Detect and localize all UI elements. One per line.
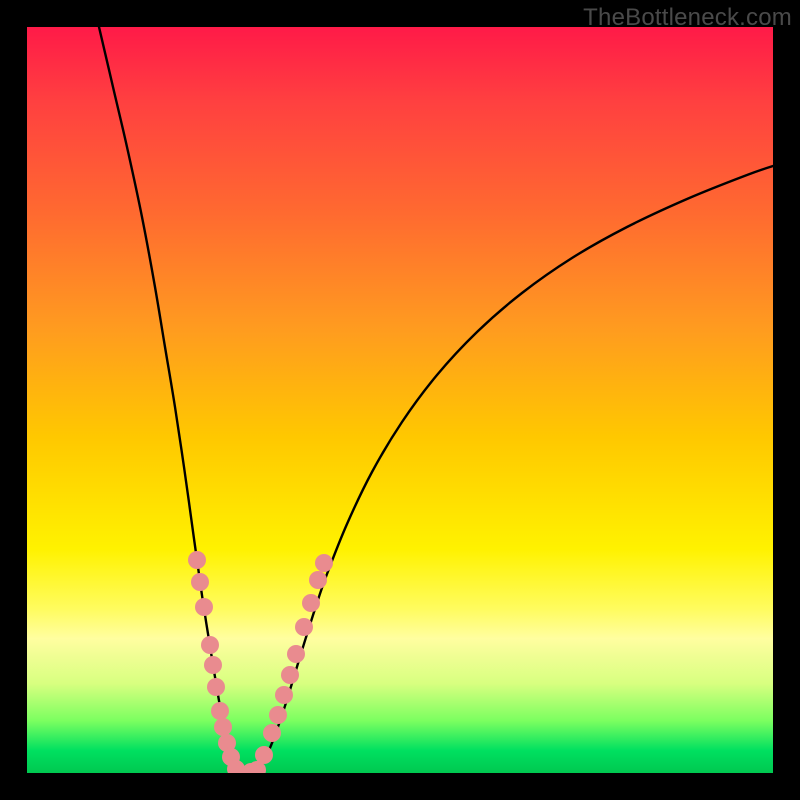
data-marker (201, 636, 219, 654)
data-marker (295, 618, 313, 636)
watermark-label: TheBottleneck.com (583, 4, 792, 32)
data-marker (204, 656, 222, 674)
data-marker (302, 594, 320, 612)
data-marker (191, 573, 209, 591)
data-marker (214, 718, 232, 736)
data-marker (263, 724, 281, 742)
data-marker (269, 706, 287, 724)
curve-right-branch (241, 166, 773, 773)
chart-svg (27, 27, 773, 773)
data-marker (207, 678, 225, 696)
data-marker (255, 746, 273, 764)
chart-plot-area (27, 27, 773, 773)
data-markers-left (188, 551, 245, 773)
data-marker (315, 554, 333, 572)
data-marker (211, 702, 229, 720)
data-marker (188, 551, 206, 569)
data-marker (287, 645, 305, 663)
data-markers-right (242, 554, 333, 773)
data-marker (195, 598, 213, 616)
data-marker (275, 686, 293, 704)
data-marker (281, 666, 299, 684)
data-marker (309, 571, 327, 589)
